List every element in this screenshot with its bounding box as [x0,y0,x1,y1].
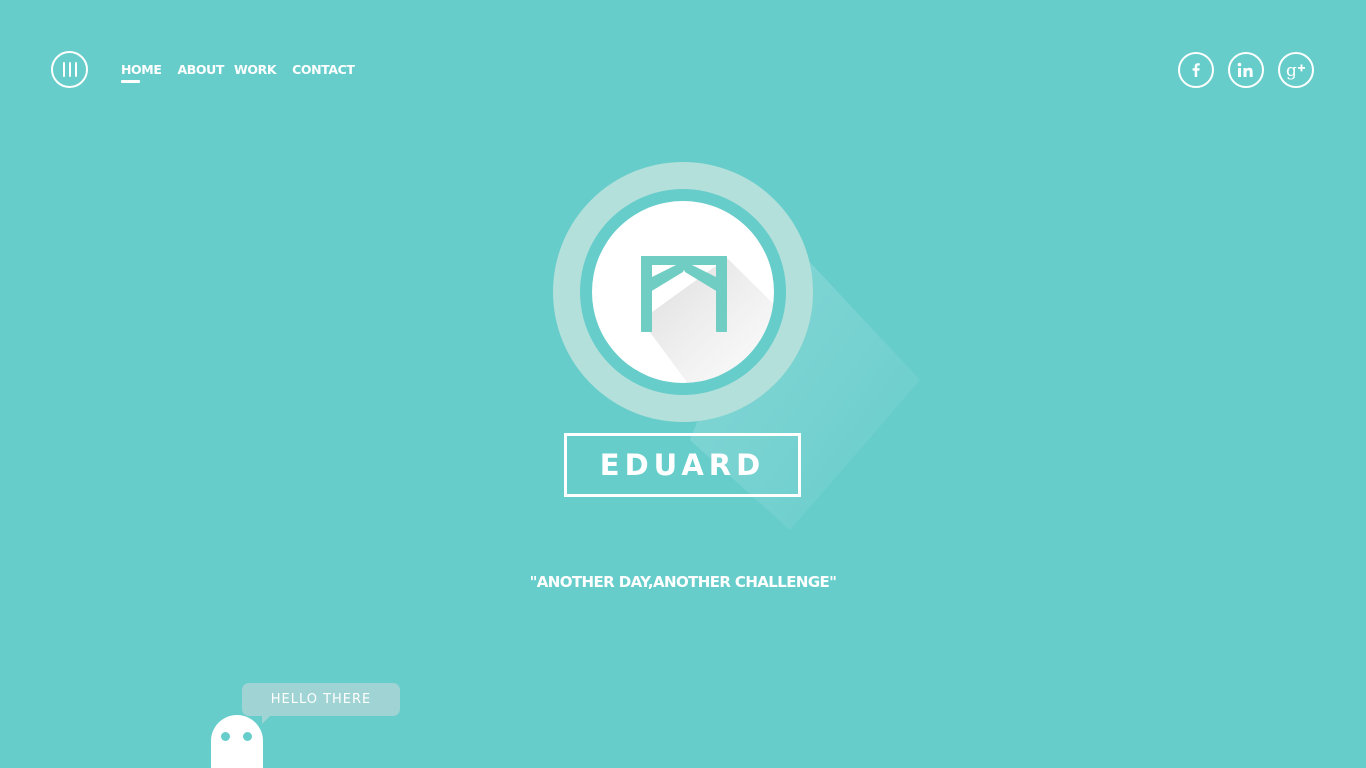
google-plus-icon[interactable]: g [1278,52,1314,88]
mascot-eye-icon [221,732,230,741]
linkedin-icon[interactable] [1228,52,1264,88]
nav-home-link[interactable]: HOME [121,62,162,83]
main-nav: HOME ABOUT WORK CONTACT [121,62,355,83]
menu-toggle-button[interactable] [51,51,88,88]
menu-bar-icon [68,62,71,77]
nav-about-link[interactable]: ABOUT [177,62,224,77]
tagline: "ANOTHER DAY,ANOTHER CHALLENGE" [529,573,837,591]
ghost-mascot-icon[interactable] [211,715,263,768]
svg-text:g: g [1286,61,1297,81]
facebook-icon[interactable] [1178,52,1214,88]
logo-teal-band [580,189,786,395]
mascot-eye-icon [243,732,252,741]
menu-bar-icon [62,62,65,77]
social-links: g [1178,52,1314,88]
speech-bubble-tail [262,714,272,724]
eduard-monogram-icon [641,256,727,332]
name-title: EDUARD [564,433,801,497]
logo-outer-ring [553,162,813,422]
menu-bar-icon [74,62,77,77]
nav-work-link[interactable]: WORK [234,62,277,77]
hero-logo [0,0,1366,768]
nav-contact-link[interactable]: CONTACT [292,62,355,77]
speech-bubble: HELLO THERE [242,683,400,716]
logo-white-disc [592,201,774,383]
